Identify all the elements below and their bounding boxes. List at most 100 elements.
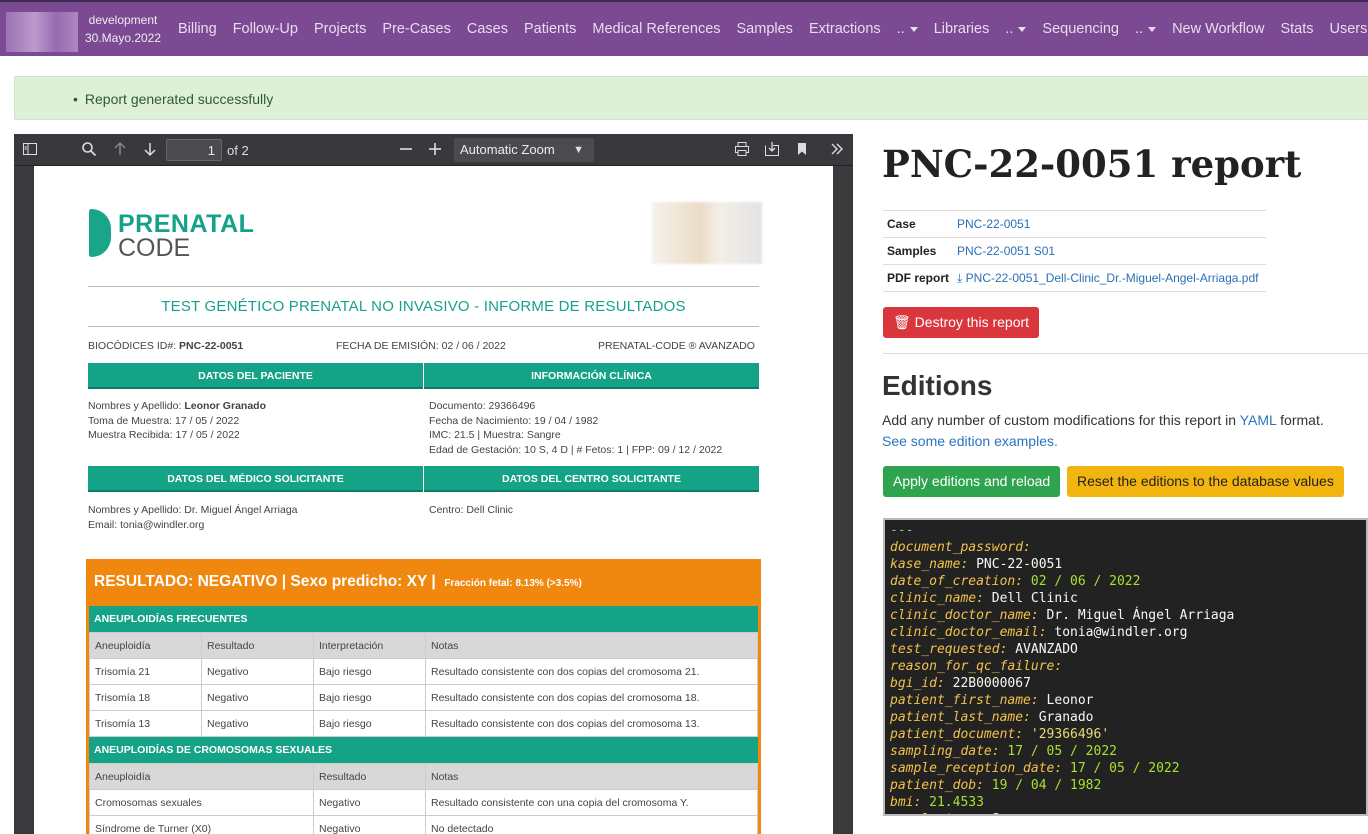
nav-menu: Billing Follow-Up Projects Pre-Cases Cas… [170, 2, 1368, 56]
nav-libraries[interactable]: Libraries [926, 21, 998, 37]
apply-editions-button[interactable]: Apply editions and reload [883, 466, 1061, 497]
table-row: Case PNC-22-0051 [883, 210, 1266, 238]
table-cell: Trisomía 21 [89, 658, 202, 685]
emission-date: FECHA DE EMISIÓN: 02 / 06 / 2022 [336, 340, 506, 352]
table-row: Síndrome de Turner (X0) Negativo No dete… [89, 815, 758, 834]
nav-cases[interactable]: Cases [459, 21, 516, 37]
nav-projects[interactable]: Projects [306, 21, 374, 37]
doctor-email-line: Email: tonia@windler.org [88, 518, 205, 531]
patient-data-header: DATOS DEL PACIENTE [88, 363, 423, 389]
reset-editions-button[interactable]: Reset the editions to the database value… [1067, 466, 1344, 497]
previous-page-icon[interactable] [112, 141, 128, 162]
nav-medical-references[interactable]: Medical References [584, 21, 728, 37]
divider [88, 286, 759, 287]
success-alert: Report generated successfully [14, 76, 1368, 120]
yaml-key: reason_for_qc_failure: [890, 659, 1063, 674]
column-header: Interpretación [313, 632, 426, 659]
yaml-value: Granado [1038, 710, 1094, 725]
yaml-key: patient_dob: [890, 778, 984, 793]
bmi-line: IMC: 21.5 | Muestra: Sangre [429, 429, 561, 441]
yaml-key: --- [890, 523, 914, 538]
bookmark-icon[interactable] [794, 141, 810, 162]
nav-stats[interactable]: Stats [1272, 21, 1321, 37]
table-cell: Resultado consistente con una copia del … [425, 789, 758, 816]
column-header: Notas [425, 632, 758, 659]
nav-follow-up[interactable]: Follow-Up [225, 21, 306, 37]
prenatal-code-logo: PRENATAL CODE [88, 206, 258, 262]
nav-dropdown-1[interactable]: .. [889, 21, 926, 37]
sex-chromosome-aneuploidies-header: ANEUPLOIDÍAS DE CROMOSOMAS SEXUALES [89, 737, 758, 763]
id-value: PNC-22-0051 [179, 340, 244, 352]
sample-link[interactable]: PNC-22-0051 S01 [957, 244, 1055, 258]
report-title: TEST GENÉTICO PRENATAL NO INVASIVO - INF… [161, 298, 686, 315]
yaml-line: kase_name: PNC-22-0051 [890, 556, 1366, 573]
pdf-filename: PNC-22-0051_Dell-Clinic_Dr.-Miguel-Angel… [965, 270, 1259, 285]
yaml-value: PNC-22-0051 [976, 557, 1063, 572]
print-icon[interactable] [734, 141, 750, 162]
column-header: Aneuploidía [89, 763, 314, 790]
intro-text-end: format. [1276, 412, 1324, 428]
clinical-data: Documento: 29366496 Fecha de Nacimiento:… [429, 399, 722, 457]
yaml-value: Leonor [1046, 693, 1094, 708]
editions-intro: Add any number of custom modifications f… [882, 410, 1368, 452]
nav-samples[interactable]: Samples [729, 21, 801, 37]
nav-dropdown-2[interactable]: .. [997, 21, 1034, 37]
patient-name-line: Nombres y Apellido: Leonor Granado [88, 399, 266, 414]
yaml-line: bgi_id: 22B0000067 [890, 675, 1366, 692]
table-cell: Síndrome de Turner (X0) [89, 815, 314, 834]
yaml-value: '29366496' [1030, 727, 1110, 742]
yaml-link[interactable]: YAML [1240, 412, 1277, 428]
pdf-report-cell: ⤓ PNC-22-0051_Dell-Clinic_Dr.-Miguel-Ang… [953, 264, 1266, 292]
doctor-name-line: Nombres y Apellido: Dr. Miguel Ángel Arr… [88, 504, 298, 516]
more-tools-icon[interactable] [829, 141, 845, 162]
patient-name-label: Nombres y Apellido: [88, 400, 182, 412]
result-header: RESULTADO: NEGATIVO | Sexo predicho: XY … [94, 573, 582, 591]
destroy-report-button[interactable]: 🗑 Destroy this report [883, 307, 1040, 338]
yaml-value: Dell Clinic [991, 591, 1078, 606]
app-logo[interactable] [6, 12, 78, 52]
table-header-row: Aneuploidía Resultado Notas [89, 763, 758, 790]
table-cell: Resultado consistente con dos copias del… [425, 658, 758, 685]
next-page-icon[interactable] [142, 141, 158, 162]
page-number-input[interactable]: 1 [166, 139, 222, 161]
nav-dropdown-label: .. [896, 21, 905, 37]
dob-line: Fecha de Nacimiento: 19 / 04 / 1982 [429, 414, 599, 427]
edition-examples-link[interactable]: See some edition examples. [882, 433, 1058, 449]
page-count: of 2 [227, 143, 249, 158]
yaml-value: 02 / 06 / 2022 [1030, 574, 1141, 589]
yaml-editor[interactable]: --- document_password: kase_name: PNC-22-0… [883, 518, 1368, 816]
pdf-toolbar: 1 of 2 Automatic Zoom ▼ [14, 134, 853, 166]
nav-extractions[interactable]: Extractions [801, 21, 889, 37]
top-navbar: development 30.Mayo.2022 Billing Follow-… [0, 0, 1368, 56]
nav-patients[interactable]: Patients [516, 21, 584, 37]
table-row: Samples PNC-22-0051 S01 [883, 237, 1266, 265]
pdf-viewer[interactable]: 1 of 2 Automatic Zoom ▼ PRENATAL CODE TE… [14, 134, 853, 834]
table-cell: Negativo [313, 815, 426, 834]
case-link[interactable]: PNC-22-0051 [957, 217, 1030, 231]
zoom-select[interactable]: Automatic Zoom ▼ [454, 138, 594, 162]
zoom-in-icon[interactable] [427, 141, 443, 162]
nav-sequencing[interactable]: Sequencing [1034, 21, 1127, 37]
nav-billing[interactable]: Billing [170, 21, 225, 37]
editions-heading: Editions [882, 370, 993, 401]
table-row: PDF report ⤓ PNC-22-0051_Dell-Clinic_Dr.… [883, 264, 1266, 292]
nav-dropdown-3[interactable]: .. [1127, 21, 1164, 37]
nav-users[interactable]: Users [1322, 21, 1368, 37]
zoom-out-icon[interactable] [398, 141, 414, 162]
page-title: PNC-22-0051 report [882, 142, 1302, 186]
sidebar-toggle-icon[interactable] [22, 141, 38, 162]
download-icon[interactable] [764, 141, 780, 162]
table-cell: No detectado [425, 815, 758, 834]
pdf-download-link[interactable]: ⤓ PNC-22-0051_Dell-Clinic_Dr.-Miguel-Ang… [957, 271, 1258, 285]
nav-pre-cases[interactable]: Pre-Cases [374, 21, 459, 37]
build-date: 30.Mayo.2022 [84, 31, 162, 45]
document-line: Documento: 29366496 [429, 400, 536, 412]
column-header: Notas [425, 763, 758, 790]
trash-icon: 🗑 [893, 314, 911, 330]
environment-label: development [88, 13, 158, 27]
yaml-key: sample_reception_date: [890, 761, 1063, 776]
nav-new-workflow[interactable]: New Workflow [1164, 21, 1272, 37]
table-row: Trisomía 21 Negativo Bajo riesgo Resulta… [89, 658, 758, 685]
search-icon[interactable] [81, 141, 97, 162]
frequent-aneuploidies-header: ANEUPLOIDÍAS FRECUENTES [89, 606, 758, 632]
